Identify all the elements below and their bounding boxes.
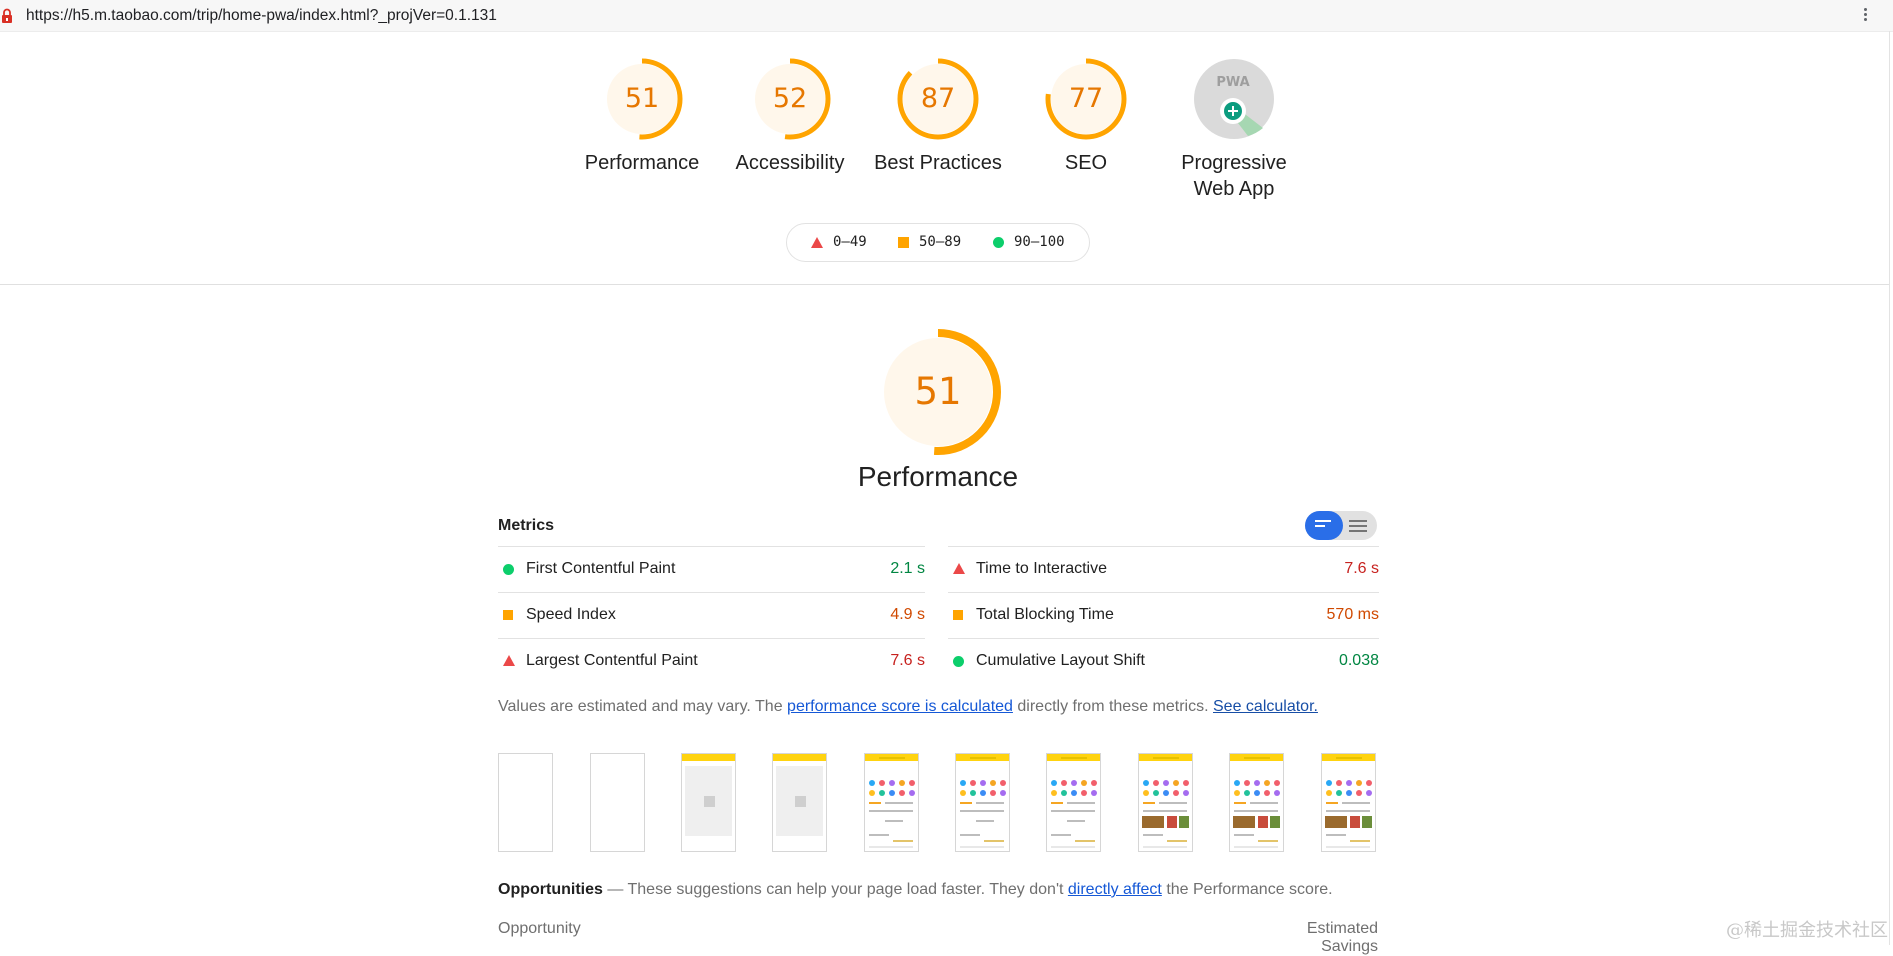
fail-triangle-icon	[811, 236, 823, 248]
gauge-score: 87	[920, 83, 956, 114]
metric-row: First Contentful Paint 2.1 s	[498, 546, 925, 592]
metric-value: 2.1 s	[890, 560, 925, 577]
metric-name: Largest Contentful Paint	[526, 652, 698, 669]
fail-triangle-icon	[503, 655, 515, 666]
gauge-label: Best Practices	[874, 152, 1002, 174]
watermark: @稀土掘金技术社区	[1726, 920, 1888, 941]
metrics-column-left: First Contentful Paint 2.1 s Speed Index 4.…	[498, 546, 925, 684]
filmstrip-frame[interactable]	[681, 753, 736, 852]
metric-row: Speed Index 4.9 s	[498, 592, 925, 638]
metric-row: Time to Interactive 7.6 s	[948, 546, 1379, 592]
filmstrip-frame[interactable]	[498, 753, 553, 852]
gauge-label: SEO	[1064, 152, 1108, 174]
opportunities-desc: — These suggestions can help your page l…	[607, 881, 1064, 898]
lines-compact-icon	[1349, 520, 1367, 535]
legend-range: 0–49	[833, 234, 867, 250]
filmstrip-frame[interactable]	[1229, 753, 1284, 852]
pwa-badge-text: PWA	[1216, 75, 1249, 90]
filmstrip-frame[interactable]	[1321, 753, 1376, 852]
metric-row: Largest Contentful Paint 7.6 s	[498, 638, 925, 684]
filmstrip-frame[interactable]	[772, 753, 827, 852]
metrics-column-right: Time to Interactive 7.6 s Total Blocking T…	[948, 546, 1379, 684]
lines-expanded-icon	[1315, 520, 1333, 530]
gauge-label: Performance	[584, 152, 700, 174]
gauge-score: 52	[772, 83, 808, 114]
pass-circle-icon	[993, 236, 1004, 248]
metric-value: 570 ms	[1326, 606, 1379, 623]
section-divider	[0, 284, 1889, 285]
metrics-view-toggle[interactable]	[1305, 511, 1377, 540]
legend-item-average: 50–89	[898, 234, 961, 250]
browser-url-bar: https://h5.m.taobao.com/trip/home-pwa/in…	[0, 0, 1893, 32]
opportunity-column-header: Opportunity	[498, 920, 581, 937]
metric-name: Time to Interactive	[976, 560, 1108, 577]
metrics-heading: Metrics	[498, 517, 555, 534]
compact-view-toggle-button[interactable]	[1343, 511, 1377, 540]
expanded-view-toggle-button[interactable]	[1305, 511, 1343, 540]
average-square-icon	[953, 610, 963, 620]
filmstrip-frame[interactable]	[955, 753, 1010, 852]
metric-name: First Contentful Paint	[526, 560, 676, 577]
average-square-icon	[503, 610, 513, 620]
gauge-label: Accessibility	[735, 152, 845, 174]
gauge-accessibility[interactable]: 52 Accessibility	[720, 58, 860, 176]
url-text[interactable]: https://h5.m.taobao.com/trip/home-pwa/in…	[26, 7, 497, 25]
gauge-score: 77	[1068, 83, 1104, 114]
average-square-icon	[898, 236, 909, 248]
performance-title: Performance	[857, 461, 1019, 492]
metric-value: 0.038	[1338, 652, 1379, 669]
metric-value: 7.6 s	[1344, 560, 1379, 577]
metric-value: 7.6 s	[890, 652, 925, 669]
legend-item-fail: 0–49	[811, 234, 867, 250]
see-calculator-link[interactable]: See calculator.	[1213, 698, 1318, 715]
gauge-progressive-web-app[interactable]: PWA Progressive Web App	[1164, 58, 1304, 202]
pass-circle-icon	[953, 656, 964, 667]
metric-name: Cumulative Layout Shift	[976, 652, 1145, 669]
gauge-score: 51	[624, 83, 660, 114]
directly-affect-link[interactable]: directly affect	[1068, 881, 1162, 898]
metric-row: Total Blocking Time 570 ms	[948, 592, 1379, 638]
performance-score-large: 51	[914, 370, 962, 413]
metrics-note: Values are estimated and may vary. The p…	[498, 698, 1318, 716]
score-calculation-link[interactable]: performance score is calculated	[787, 698, 1013, 715]
metric-value: 4.9 s	[890, 606, 925, 623]
more-options-icon[interactable]	[1860, 6, 1870, 26]
legend-item-pass: 90–100	[993, 234, 1065, 250]
pwa-badge-icon: PWA	[1194, 59, 1274, 139]
pass-circle-icon	[503, 564, 514, 575]
gauge-best-practices[interactable]: 87 Best Practices	[868, 58, 1008, 176]
scrollbar-track[interactable]	[1889, 31, 1890, 945]
metric-name: Speed Index	[526, 606, 616, 623]
score-legend: 0–49 50–89 90–100	[786, 223, 1090, 262]
gauge-seo[interactable]: 77 SEO	[1016, 58, 1156, 176]
not-secure-lock-icon[interactable]	[1, 8, 13, 24]
note-text: directly from these metrics.	[1017, 698, 1209, 715]
gauge-performance[interactable]: 51 Performance	[572, 58, 712, 176]
note-text: Values are estimated and may vary. The	[498, 698, 783, 715]
estimated-savings-column-header: Estimated Savings	[1306, 920, 1378, 955]
filmstrip-frame[interactable]	[1138, 753, 1193, 852]
metric-name: Total Blocking Time	[976, 606, 1114, 623]
filmstrip-frame[interactable]	[864, 753, 919, 852]
metric-row: Cumulative Layout Shift 0.038	[948, 638, 1379, 684]
legend-range: 50–89	[919, 234, 962, 250]
opportunities-desc-end: the Performance score.	[1166, 881, 1333, 898]
fail-triangle-icon	[953, 563, 965, 574]
opportunities-heading: Opportunities	[498, 881, 603, 898]
filmstrip-frame[interactable]	[590, 753, 645, 852]
filmstrip-frame[interactable]	[1046, 753, 1101, 852]
opportunities-intro: Opportunities — These suggestions can he…	[498, 881, 1333, 899]
gauge-label: Progressive Web App	[1181, 152, 1287, 200]
legend-range: 90–100	[1014, 234, 1065, 250]
